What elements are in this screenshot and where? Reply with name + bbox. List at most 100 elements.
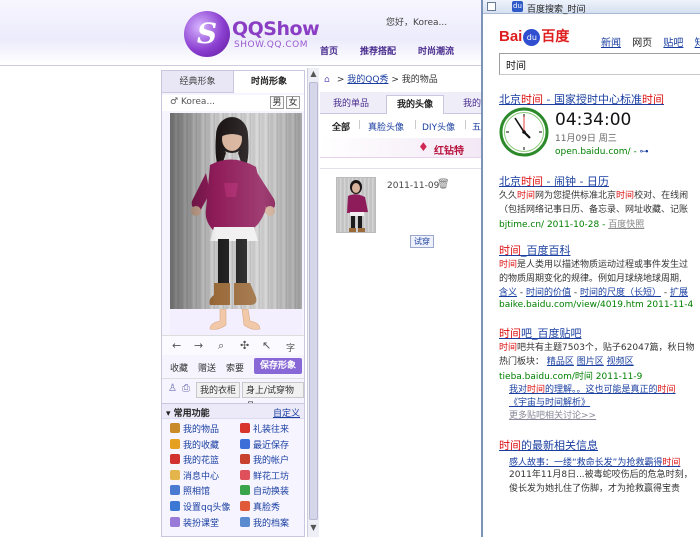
gift-button[interactable]: 赠送 bbox=[198, 361, 216, 374]
person-icon: ♙ bbox=[168, 383, 177, 394]
function-item[interactable]: 我的收藏 bbox=[170, 438, 219, 454]
request-button[interactable]: 索要 bbox=[226, 361, 244, 374]
trash-icon[interactable]: 🗑 bbox=[437, 179, 450, 190]
zoom-icon[interactable]: ⌕ bbox=[218, 339, 224, 353]
scroll-thumb[interactable] bbox=[309, 82, 318, 520]
news-link[interactable]: 感人故事：一缕“救命长发”为抢救霸得时间 bbox=[499, 455, 700, 468]
function-item-label: 真脸秀 bbox=[253, 503, 281, 513]
share-icon[interactable]: ⊶ bbox=[640, 147, 649, 157]
favorite-button[interactable]: 收藏 bbox=[170, 361, 188, 374]
baidu-nav: 新闻 网页 贴吧 知道 bbox=[601, 34, 700, 49]
baidu-logo[interactable]: Bai du 百度 bbox=[499, 26, 569, 48]
result-title[interactable]: 北京时间 - 国家授时中心标准时间 bbox=[499, 91, 700, 107]
gender-male-button[interactable]: 男 bbox=[270, 96, 284, 109]
qqshow-logo-text: QQShow bbox=[232, 18, 320, 40]
search-input[interactable] bbox=[500, 54, 700, 74]
qqshow-header: S QQShow SHOW.QQ.COM 您好，Korea... 首页 推荐搭配… bbox=[0, 0, 482, 66]
pointer-icon[interactable]: ↖ bbox=[262, 339, 271, 352]
tieba-discussion-link[interactable]: 我对时间的理解。。这也可能是真正的时间 bbox=[499, 382, 700, 395]
function-item[interactable]: 自动换装 bbox=[240, 484, 289, 500]
section-featured[interactable]: 精品区 bbox=[547, 357, 574, 367]
nav-home[interactable]: 首页 bbox=[320, 44, 338, 62]
section-videos[interactable]: 视频区 bbox=[607, 357, 634, 367]
baidu-favicon-icon: du bbox=[512, 1, 523, 12]
save-look-button[interactable]: 保存形象 bbox=[254, 358, 302, 374]
user-name-link[interactable]: Korea... bbox=[413, 18, 447, 28]
nav-fashion[interactable]: 时尚潮流 bbox=[418, 44, 454, 62]
subtab-more[interactable]: 五 bbox=[472, 120, 481, 133]
window-title: 百度搜索_时间 bbox=[527, 5, 586, 15]
user-greeting: 您好，Korea... bbox=[386, 18, 448, 28]
function-item[interactable]: 真脸秀 bbox=[240, 500, 280, 516]
result-url: bjtime.cn/ 2011-10-28 - 百度快照 bbox=[499, 220, 645, 230]
tab-fashion-look[interactable]: 时尚形象 bbox=[233, 71, 304, 93]
tieba-discussion-link[interactable]: 《宇宙与时间解析》 bbox=[499, 395, 700, 408]
my-wardrobe-button[interactable]: 我的衣柜 bbox=[196, 382, 241, 398]
text-tool-icon[interactable]: 字 bbox=[286, 341, 295, 354]
home-icon[interactable]: ⌂ bbox=[324, 75, 334, 85]
more-discussions-link[interactable]: 更多贴吧相关讨论>> bbox=[499, 408, 700, 421]
customize-link[interactable]: 自定义 bbox=[273, 406, 300, 419]
function-item-icon bbox=[240, 454, 250, 465]
sublink-meaning[interactable]: 含义 bbox=[499, 288, 517, 298]
scroll-down-icon[interactable]: ▼ bbox=[308, 523, 319, 535]
function-item[interactable]: 我的档案 bbox=[240, 516, 289, 532]
subtab-diy[interactable]: DIY头像 bbox=[422, 120, 455, 133]
nav-recommended[interactable]: 推荐搭配 bbox=[360, 44, 396, 62]
function-item[interactable]: 消息中心 bbox=[170, 469, 219, 485]
function-item-icon bbox=[240, 516, 250, 527]
function-item-icon bbox=[240, 423, 250, 433]
sublink-scale[interactable]: 时间的尺度（长短） bbox=[580, 288, 661, 298]
move-icon[interactable]: ✣ bbox=[240, 339, 249, 352]
nav-tieba[interactable]: 贴吧 bbox=[663, 38, 683, 49]
result-title[interactable]: 时间吧_百度贴吧 bbox=[499, 325, 700, 341]
nav-zhidao[interactable]: 知道 bbox=[695, 38, 700, 49]
qqshow-logo-subtitle: SHOW.QQ.COM bbox=[234, 40, 308, 50]
tab-my-avatars[interactable]: 我的头像 bbox=[386, 95, 444, 114]
redo-icon[interactable]: → bbox=[194, 339, 203, 352]
function-item[interactable]: 我的物品 bbox=[170, 422, 219, 438]
function-item[interactable]: 我的帐户 bbox=[240, 453, 289, 469]
section-pictures[interactable]: 图片区 bbox=[577, 357, 604, 367]
function-item[interactable]: 装扮课堂 bbox=[170, 516, 219, 532]
function-item-icon bbox=[240, 501, 250, 511]
search-box bbox=[499, 53, 700, 75]
breadcrumb-my-qqshow[interactable]: 我的QQ秀 bbox=[347, 75, 388, 85]
result-title[interactable]: 时间的最新相关信息 bbox=[499, 437, 700, 453]
function-item[interactable]: 鲜花工坊 bbox=[240, 469, 289, 485]
function-item[interactable]: 设置qq头像 bbox=[170, 500, 230, 516]
qqshow-logo-icon[interactable]: S bbox=[184, 11, 230, 57]
snapshot-link[interactable]: 百度快照 bbox=[608, 220, 644, 230]
nav-news[interactable]: 新闻 bbox=[601, 38, 621, 49]
undo-icon[interactable]: ← bbox=[172, 339, 181, 352]
function-item-icon bbox=[170, 516, 180, 527]
function-item[interactable]: 我的花篮 bbox=[170, 453, 219, 469]
result-title[interactable]: 北京时间 - 闹钟 - 日历 bbox=[499, 173, 700, 189]
baidu-paw-icon: du bbox=[523, 29, 541, 46]
collapse-icon[interactable]: ▾ bbox=[166, 409, 174, 419]
red-diamond-promo[interactable]: ♦ 红钻特 bbox=[320, 138, 482, 158]
function-item[interactable]: 最近保存 bbox=[240, 438, 289, 454]
function-item-icon bbox=[240, 438, 250, 449]
subtab-all[interactable]: 全部 bbox=[332, 120, 350, 133]
window-checkbox[interactable] bbox=[487, 2, 496, 11]
page-scrollbar[interactable]: ▲ ▼ bbox=[307, 68, 319, 537]
subtab-real-face[interactable]: 真脸头像 bbox=[368, 120, 404, 133]
avatar-item-thumbnail[interactable] bbox=[336, 177, 376, 233]
result-snippet: （包括网络记事日历、备忘录、网址收藏、记账 bbox=[499, 205, 689, 215]
worn-items-button[interactable]: 身上/试穿物品 bbox=[242, 382, 304, 412]
function-item[interactable]: 照相馆 bbox=[170, 484, 210, 500]
try-on-button[interactable]: 试穿 bbox=[410, 235, 434, 248]
function-item[interactable]: 礼装往来 bbox=[240, 422, 289, 438]
gender-female-button[interactable]: 女 bbox=[286, 96, 300, 109]
scroll-up-icon[interactable]: ▲ bbox=[308, 69, 319, 81]
tab-my-single-items[interactable]: 我的单品 bbox=[326, 95, 376, 114]
sublink-extend[interactable]: 扩展 bbox=[670, 288, 688, 298]
function-item-label: 装扮课堂 bbox=[183, 518, 220, 529]
avatar-photo bbox=[170, 113, 302, 309]
tab-my-more[interactable]: 我的 bbox=[452, 95, 482, 114]
function-item-label: 消息中心 bbox=[183, 471, 220, 482]
tab-classic-look[interactable]: 经典形象 bbox=[162, 71, 233, 93]
result-title[interactable]: 时间_百度百科 bbox=[499, 242, 700, 258]
sublink-value[interactable]: 时间的价值 bbox=[526, 288, 571, 298]
